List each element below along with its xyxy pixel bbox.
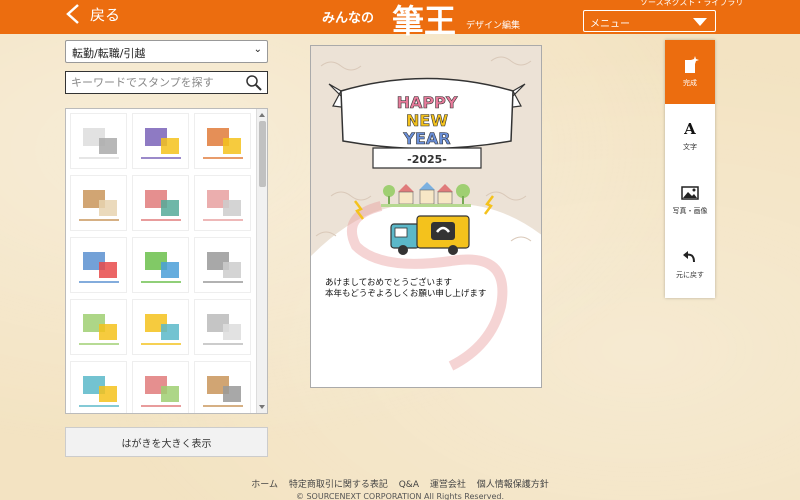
tool-label: 文字 <box>683 143 697 151</box>
stamp-list <box>65 108 268 414</box>
footer-link-legal[interactable]: 特定商取引に関する表記 <box>289 480 388 490</box>
stamp-address-card[interactable] <box>194 237 251 293</box>
tool-panel: 完成 A 文字 写真・画像 元に戻す <box>665 40 715 298</box>
stamp-signboard-bird[interactable] <box>70 237 127 293</box>
stamp-thumbnail-icon <box>79 376 119 407</box>
stamp-thumbnail-icon <box>79 190 119 221</box>
postcard-artwork: HAPPY NEW YEAR -2025- <box>311 46 541 387</box>
search-box <box>65 71 268 94</box>
tool-label: 写真・画像 <box>672 207 708 215</box>
undo-icon <box>683 251 695 263</box>
footer-link-qa[interactable]: Q&A <box>399 480 419 490</box>
stamp-thumbnail-icon <box>141 128 181 159</box>
copyright: © SOURCENEXT CORPORATION All Rights Rese… <box>295 492 505 500</box>
text-a-icon: A <box>684 120 696 138</box>
stamp-vertical-text[interactable] <box>194 361 251 413</box>
search-icon[interactable] <box>245 74 263 92</box>
logo-sub: デザイン編集 <box>466 21 521 31</box>
footer-link-company[interactable]: 運営会社 <box>430 480 466 490</box>
tool-label: 完成 <box>683 79 697 87</box>
stamp-line-houses[interactable] <box>194 175 251 231</box>
stamp-town-row[interactable] <box>70 299 127 355</box>
stamp-thumbnail-icon <box>203 190 243 221</box>
search-input[interactable] <box>66 72 236 93</box>
image-icon <box>681 186 699 200</box>
enlarge-postcard-button[interactable]: はがきを大きく表示 <box>65 427 268 457</box>
category-value: 転勤/転職/引越 <box>72 47 146 60</box>
stamp-small-text[interactable] <box>194 299 251 355</box>
stamp-boxes[interactable] <box>132 113 189 169</box>
scroll-down-icon[interactable] <box>259 405 265 409</box>
footer-links: ホーム 特定商取引に関する表記 Q&A 運営会社 個人情報保護方針 <box>0 477 800 490</box>
scroll-thumb[interactable] <box>259 121 266 187</box>
stamp-green-drawer[interactable] <box>132 237 189 293</box>
tool-label: 元に戻す <box>676 271 704 279</box>
stamp-flower-bag[interactable] <box>132 361 189 413</box>
stamp-thumbnail-icon <box>79 314 119 345</box>
stamp-thumbnail-icon <box>141 190 181 221</box>
logo-big: 筆王 <box>392 2 457 40</box>
tool-image-button[interactable]: 写真・画像 <box>665 168 715 232</box>
footer-link-home[interactable]: ホーム <box>251 480 278 490</box>
menu-dropdown[interactable]: メニュー <box>583 10 716 32</box>
menu-label: メニュー <box>590 19 630 30</box>
stamp-thumbnail-icon <box>203 314 243 345</box>
triangle-down-icon <box>693 18 707 26</box>
stamp-thumbnail-icon <box>79 252 119 283</box>
scroll-up-icon[interactable] <box>259 113 265 117</box>
stamp-thumbnail-icon <box>203 128 243 159</box>
message-line-1: あけましておめでとうございます <box>325 278 452 288</box>
tool-undo-button[interactable]: 元に戻す <box>665 232 715 296</box>
greeting-message: あけましておめでとうございます 本年もどうぞよろしくお願い申し上げます <box>325 278 486 300</box>
banner-year: YEAR <box>402 129 450 148</box>
stamp-house-illustration[interactable] <box>70 175 127 231</box>
stamp-text-notice[interactable] <box>70 113 127 169</box>
chevron-down-icon: ⌄ <box>253 44 262 55</box>
stamp-thumbnail-icon <box>141 376 181 407</box>
chevron-left-icon <box>66 4 79 24</box>
card-year: -2025- <box>407 153 447 166</box>
postcard-canvas[interactable]: HAPPY NEW YEAR -2025- あけましておめでとうございます 本年… <box>310 45 542 388</box>
stamp-delivery-truck[interactable] <box>132 299 189 355</box>
message-line-2: 本年もどうぞよろしくお願い申し上げます <box>325 289 487 299</box>
stamp-thumbnail-icon <box>203 376 243 407</box>
footer-link-privacy[interactable]: 個人情報保護方針 <box>477 480 549 490</box>
top-right-link[interactable]: ソースネクスト・ライブラリ <box>640 0 743 8</box>
tool-text-button[interactable]: A 文字 <box>665 104 715 168</box>
stamp-thumbnail-icon <box>141 314 181 345</box>
stamp-thumbnail-icon <box>141 252 181 283</box>
scrollbar[interactable] <box>256 109 267 413</box>
sparkle-card-icon <box>685 56 699 73</box>
category-select[interactable]: 転勤/転職/引越 ⌄ <box>65 40 268 63</box>
stamp-thumbnail-icon <box>203 252 243 283</box>
stamp-house-roof[interactable] <box>194 113 251 169</box>
stamp-thumbnail-icon <box>79 128 119 159</box>
top-bar: 戻る みんなの 筆王 デザイン編集 ソースネクスト・ライブラリ メニュー <box>0 0 800 40</box>
stamp-truck-flowers[interactable] <box>132 175 189 231</box>
tool-complete-button[interactable]: 完成 <box>665 40 715 104</box>
banner-happy: HAPPY <box>397 93 458 112</box>
logo-small: みんなの <box>322 11 375 26</box>
banner-new: NEW <box>406 111 448 130</box>
back-label: 戻る <box>90 5 121 24</box>
stamp-truck-building[interactable] <box>70 361 127 413</box>
back-button[interactable]: 戻る <box>64 3 120 25</box>
